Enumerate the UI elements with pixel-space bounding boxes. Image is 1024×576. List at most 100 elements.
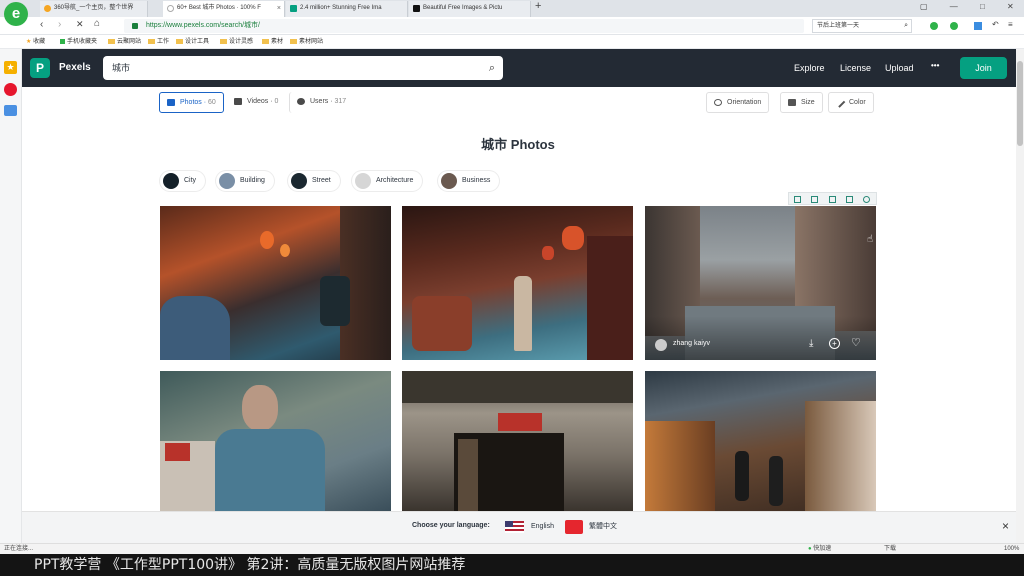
close-tab-icon[interactable]: ×	[277, 1, 281, 16]
unsplash-favicon-icon	[413, 5, 420, 12]
download-icon[interactable]	[829, 196, 836, 203]
settings-icon[interactable]	[863, 196, 870, 203]
photo-card-hover[interactable]: zhang kaiyv ⤓ + ♡ ☝	[645, 206, 876, 360]
photo-scooter	[412, 296, 472, 351]
reload-icon[interactable]: ✕	[76, 19, 84, 30]
zoom-level[interactable]: 100%	[1004, 544, 1019, 554]
browser-logo-icon[interactable]: e	[4, 2, 28, 26]
new-tab-button[interactable]: +	[535, 0, 541, 12]
status-text: 正在连接...	[4, 546, 34, 552]
brand-name[interactable]: Pexels	[59, 62, 91, 73]
browser-tab-bar: e 360导航_一个主页，整个世界 60+ Best 城市 Photos · 1…	[0, 0, 1024, 26]
photo-red-sign	[498, 413, 542, 431]
bookmark-mobile[interactable]: 手机收藏夹	[60, 35, 97, 49]
like-heart-icon[interactable]: ♡	[851, 336, 861, 349]
save-icon[interactable]	[794, 196, 801, 203]
chip-thumbnail	[291, 173, 307, 189]
orientation-icon	[714, 99, 722, 106]
nav-upload[interactable]: Upload	[885, 63, 914, 73]
mail-icon[interactable]	[4, 105, 17, 116]
size-filter[interactable]: Size	[780, 92, 823, 113]
photo-card[interactable]	[402, 206, 633, 360]
download-status[interactable]: 下载	[884, 544, 896, 554]
mouse-cursor-icon: ☝	[867, 234, 874, 245]
author-name[interactable]: zhang kaiyv	[673, 340, 710, 347]
more-menu-icon[interactable]: •••	[931, 61, 939, 70]
bookmark-assets[interactable]: 素材	[262, 35, 283, 49]
related-chip-building[interactable]: Building	[216, 171, 274, 191]
bookmark-work[interactable]: 工作	[148, 35, 169, 49]
photo-card[interactable]	[160, 206, 391, 360]
author-avatar[interactable]	[655, 339, 667, 351]
browser-sidebar: ★	[0, 49, 22, 543]
bookmark-asset-sites[interactable]: 素材网站	[290, 35, 323, 49]
favicon-icon	[44, 5, 51, 12]
bookmark-cloud[interactable]: 云聚网站	[108, 35, 141, 49]
photo-card[interactable]	[645, 371, 876, 511]
photo-tarp	[160, 296, 230, 360]
forward-icon[interactable]: ›	[58, 19, 61, 30]
search-icon[interactable]: ⌕	[489, 56, 495, 80]
photo-lantern	[542, 246, 554, 260]
loading-icon	[167, 5, 174, 12]
lock-icon	[132, 23, 138, 29]
tab-users[interactable]: Users · 317	[289, 92, 353, 113]
image-tool-bar	[788, 192, 877, 205]
search-engine-input[interactable]: 节后上班第一天 ⌕	[812, 19, 912, 33]
photo-scooter	[320, 276, 350, 326]
back-icon[interactable]: ‹	[40, 19, 43, 30]
photo-shop-lights	[645, 421, 715, 511]
language-prompt: Choose your language:	[412, 522, 490, 529]
photo-roof	[402, 371, 633, 403]
home-icon[interactable]: ⌂	[94, 18, 100, 29]
photo-card[interactable]	[160, 371, 391, 511]
us-flag-canton	[505, 521, 513, 527]
url-input[interactable]: https://www.pexels.com/search/城市/	[124, 19, 804, 33]
weibo-icon[interactable]	[4, 83, 17, 96]
nav-explore[interactable]: Explore	[794, 63, 825, 73]
language-english[interactable]: English	[505, 519, 554, 535]
pexels-logo-icon[interactable]: P	[30, 58, 50, 78]
color-filter[interactable]: Color	[828, 92, 874, 113]
related-chip-street[interactable]: Street	[288, 171, 340, 191]
join-button[interactable]: Join	[960, 57, 1007, 79]
tab-unsplash[interactable]: Beautiful Free Images & Pictu	[409, 1, 531, 17]
tab-videos[interactable]: Videos · 0	[227, 92, 285, 113]
bookmark-design-inspiration[interactable]: 设计灵感	[220, 35, 253, 49]
page-scrollbar[interactable]	[1016, 49, 1024, 543]
related-chip-business[interactable]: Business	[438, 171, 500, 191]
address-bar-row: ‹ › ✕ ⌂ https://www.pexels.com/search/城市…	[0, 17, 1024, 35]
scrollbar-thumb[interactable]	[1017, 61, 1023, 146]
tab-360[interactable]: 360导航_一个主页，整个世界	[40, 1, 148, 17]
add-collection-icon[interactable]: +	[829, 338, 840, 349]
hk-flag-icon	[565, 520, 583, 534]
bookmark-favorites[interactable]: ★ 收藏	[26, 35, 45, 49]
search-input[interactable]: 城市 ⌕	[103, 56, 503, 80]
tab-pexels-city[interactable]: 60+ Best 城市 Photos · 100% F ×	[163, 1, 285, 17]
photo-door-light	[458, 439, 478, 511]
browser-tools-icons[interactable]: ↶ ≡	[930, 20, 1020, 32]
close-icon[interactable]: ×	[1002, 519, 1009, 533]
tab-pexels-home[interactable]: 2.4 million+ Stunning Free Ima	[286, 1, 408, 17]
nav-license[interactable]: License	[840, 63, 871, 73]
related-chip-architecture[interactable]: Architecture	[352, 171, 423, 191]
bookmark-design-tools[interactable]: 设计工具	[176, 35, 209, 49]
expand-icon[interactable]	[811, 196, 818, 203]
download-icon[interactable]: ⤓	[809, 338, 813, 349]
tab-photos[interactable]: Photos · 60	[159, 92, 224, 113]
photo-lantern	[280, 244, 290, 257]
accelerate-status[interactable]: ● 快加速	[808, 544, 831, 554]
photo-card[interactable]	[402, 371, 633, 511]
language-bar: Choose your language: English 繁體中文 ×	[22, 511, 1016, 543]
photo-overlay	[645, 316, 876, 360]
search-icon[interactable]: ⌕	[904, 20, 908, 32]
share-icon[interactable]	[846, 196, 853, 203]
favorites-star-icon[interactable]: ★	[4, 61, 17, 74]
language-traditional-chinese[interactable]: 繁體中文	[565, 519, 617, 535]
orientation-filter[interactable]: Orientation	[706, 92, 770, 113]
photo-icon	[167, 99, 175, 106]
window-controls: ▢ — □ ✕	[920, 2, 1024, 11]
related-chip-city[interactable]: City	[160, 171, 206, 191]
color-pen-icon	[834, 97, 846, 108]
photo-lantern	[260, 231, 274, 249]
